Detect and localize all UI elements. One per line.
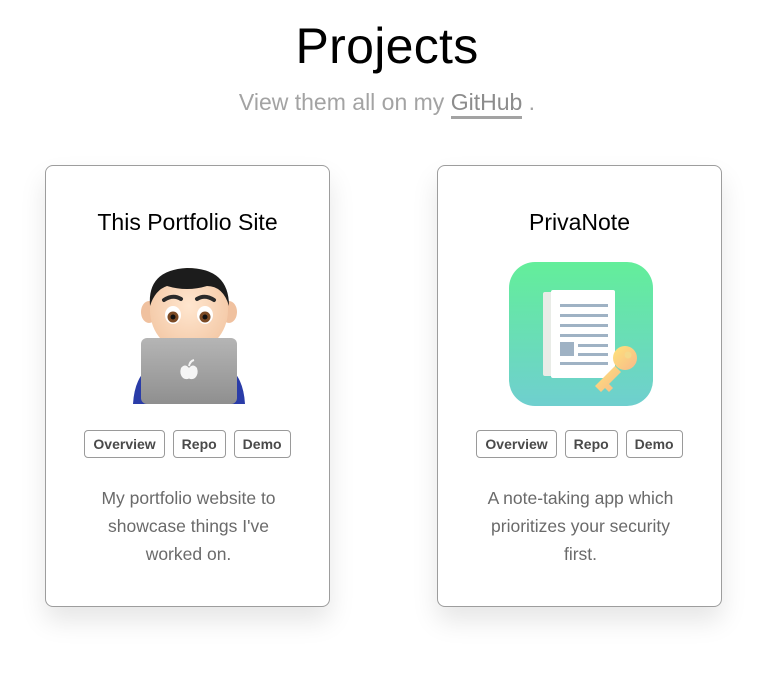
github-link[interactable]: GitHub xyxy=(450,89,523,119)
repo-button[interactable]: Repo xyxy=(564,430,618,458)
demo-button[interactable]: Demo xyxy=(625,430,683,458)
privanote-app-icon xyxy=(509,262,653,406)
repo-button[interactable]: Repo xyxy=(172,430,226,458)
project-button-row: Overview Repo Demo xyxy=(438,430,721,458)
man-technologist-icon xyxy=(133,268,245,404)
project-description: A note-taking app which prioritizes your… xyxy=(487,488,674,564)
project-description: My portfolio website to showcase things … xyxy=(101,488,276,564)
subtitle-suffix: . xyxy=(522,89,536,115)
overview-button[interactable]: Overview xyxy=(84,430,165,458)
project-title: PrivaNote xyxy=(529,209,630,235)
demo-button[interactable]: Demo xyxy=(233,430,291,458)
project-button-row: Overview Repo Demo xyxy=(46,430,329,458)
project-card-privanote: PrivaNote Overview Repo Demo A note-taki… xyxy=(437,165,722,607)
page-title: Projects xyxy=(295,18,479,74)
subtitle-prefix: View them all on my xyxy=(238,89,451,115)
overview-button[interactable]: Overview xyxy=(476,430,557,458)
project-title: This Portfolio Site xyxy=(97,209,278,235)
page-subtitle: View them all on my GitHub . xyxy=(0,86,774,119)
project-card-portfolio: This Portfolio Site Overview Repo Demo M… xyxy=(45,165,330,607)
